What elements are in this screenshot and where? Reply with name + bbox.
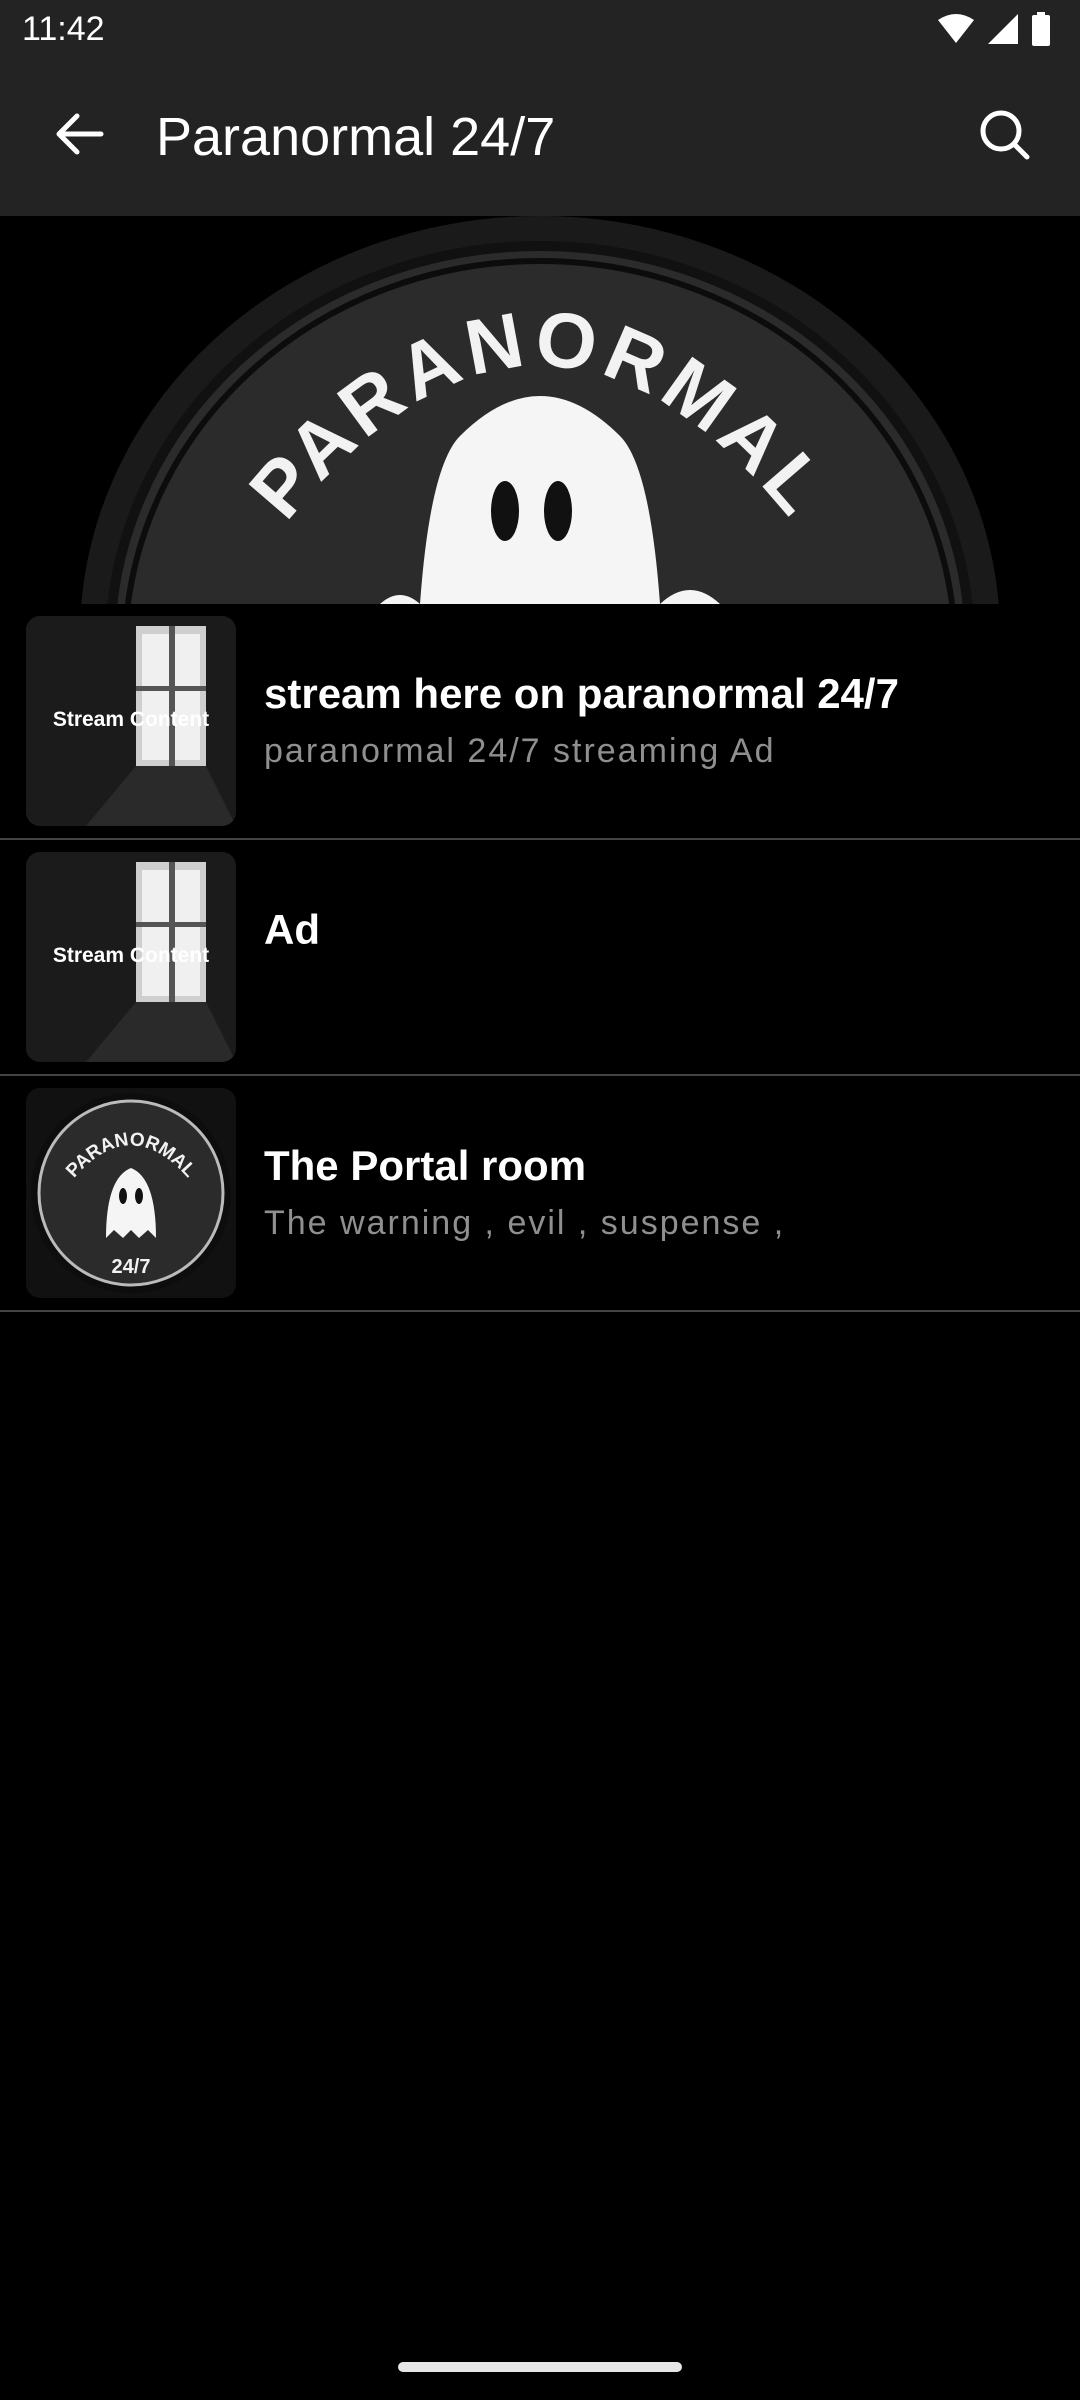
status-icons — [938, 11, 1050, 51]
logo-bottom-text: 24/7 — [112, 1256, 151, 1278]
thumbnail-label: Stream Content — [52, 708, 210, 731]
page-title: Paranormal 24/7 — [156, 107, 556, 167]
podcast-banner: PARANORMAL — [0, 216, 1080, 604]
episode-title: Ad — [264, 906, 320, 953]
battery-icon — [1032, 11, 1050, 51]
search-button[interactable] — [960, 92, 1050, 182]
episode-thumbnail: Stream Content — [26, 852, 236, 1062]
status-bar: 11:42 — [0, 0, 1080, 62]
episode-title: The Portal room — [264, 1142, 587, 1189]
episode-list: Stream Content stream here on paranormal… — [0, 604, 1080, 1312]
gesture-nav-handle[interactable] — [398, 2362, 682, 2372]
episode-subtitle: The warning , evil , suspense , — [264, 1204, 786, 1242]
episode-row[interactable]: PARANORMAL 24/7 The Portal room The warn… — [0, 1076, 1080, 1312]
episode-thumbnail: Stream Content — [26, 616, 236, 826]
back-button[interactable] — [40, 97, 118, 175]
paranormal-logo: PARANORMAL 24/7 — [31, 1093, 231, 1293]
thumbnail-label: Stream Content — [52, 944, 210, 967]
signal-icon — [988, 13, 1018, 49]
episode-thumbnail: PARANORMAL 24/7 — [26, 1088, 236, 1298]
wifi-icon — [938, 13, 974, 49]
episode-row[interactable]: Stream Content stream here on paranormal… — [0, 604, 1080, 840]
episode-title: stream here on paranormal 24/7 — [264, 670, 899, 717]
banner-artwork: PARANORMAL — [81, 216, 999, 604]
back-arrow-icon — [51, 106, 107, 167]
app-bar: Paranormal 24/7 — [0, 62, 1080, 216]
status-time: 11:42 — [22, 10, 105, 48]
episode-subtitle: paranormal 24/7 streaming Ad — [264, 732, 776, 770]
search-icon — [977, 107, 1033, 168]
episode-row[interactable]: Stream Content Ad — [0, 840, 1080, 1076]
